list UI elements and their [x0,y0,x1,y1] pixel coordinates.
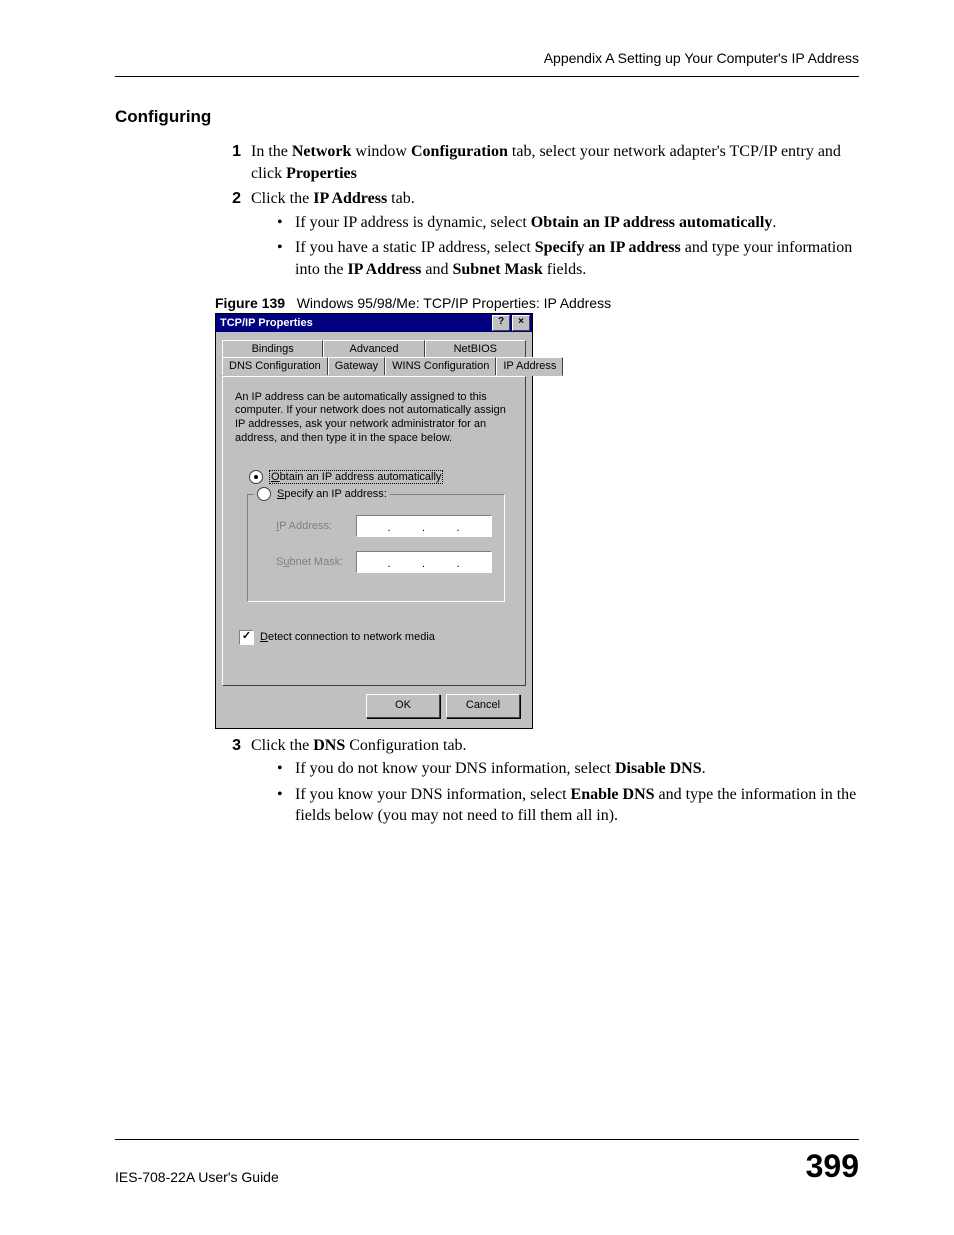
tcpip-dialog: TCP/IP Properties ? × Bindings Advanced … [215,313,533,729]
tab-wins-configuration[interactable]: WINS Configuration [385,357,496,375]
bullet-enable-dns: If you know your DNS information, select… [277,784,859,827]
step-2: 2 Click the IP Address tab. If your IP a… [215,188,859,284]
help-button[interactable]: ? [492,315,510,331]
step-text: Click the IP Address tab. If your IP add… [251,188,859,284]
step-number: 2 [215,188,251,284]
tab-gateway[interactable]: Gateway [328,357,385,375]
tab-strip: Bindings Advanced NetBIOS DNS Configurat… [222,340,526,376]
bullet-specify: If you have a static IP address, select … [277,237,859,280]
specify-group: Specify an IP address: IP Address: ... S… [247,494,505,602]
step-number: 3 [215,735,251,831]
ok-button[interactable]: OK [366,694,440,718]
subnet-mask-label: Subnet Mask: [276,556,356,568]
radio-specify[interactable] [257,487,271,501]
ip-address-row: IP Address: ... [276,515,496,537]
dialog-title: TCP/IP Properties [220,317,490,329]
tab-panel: An IP address can be automatically assig… [222,376,526,686]
radio-specify-row[interactable]: Specify an IP address: [254,487,390,501]
ip-address-label: IP Address: [276,520,356,532]
radio-specify-label: Specify an IP address: [277,488,387,500]
detect-row[interactable]: ✓ Detect connection to network media [239,630,513,645]
step-1: 1 In the Network window Configuration ta… [215,141,859,184]
detect-label: Detect connection to network media [260,631,435,643]
radio-obtain-label: Obtain an IP address automatically [269,470,443,484]
running-head: Appendix A Setting up Your Computer's IP… [115,50,859,77]
detect-checkbox[interactable]: ✓ [239,630,254,645]
cancel-button[interactable]: Cancel [446,694,520,718]
close-button[interactable]: × [512,315,530,331]
step-text: Click the DNS Configuration tab. If you … [251,735,859,831]
subnet-mask-row: Subnet Mask: ... [276,551,496,573]
dialog-titlebar[interactable]: TCP/IP Properties ? × [216,314,532,332]
tab-bindings[interactable]: Bindings [222,340,323,358]
tab-advanced[interactable]: Advanced [323,340,424,358]
page-number: 399 [806,1148,859,1185]
info-text: An IP address can be automatically assig… [235,391,513,446]
page-footer: IES-708-22A User's Guide 399 [115,1139,859,1185]
tab-ip-address[interactable]: IP Address [496,357,563,376]
footer-guide: IES-708-22A User's Guide [115,1169,279,1185]
bullet-disable-dns: If you do not know your DNS information,… [277,758,859,780]
step-number: 1 [215,141,251,184]
tab-dns-configuration[interactable]: DNS Configuration [222,357,328,375]
step-text: In the Network window Configuration tab,… [251,141,859,184]
bullet-obtain: If your IP address is dynamic, select Ob… [277,212,859,234]
radio-obtain-row[interactable]: Obtain an IP address automatically [249,470,513,484]
section-title: Configuring [115,107,859,127]
radio-obtain[interactable] [249,470,263,484]
step-3: 3 Click the DNS Configuration tab. If yo… [215,735,859,831]
subnet-mask-input[interactable]: ... [356,551,492,573]
ip-address-input[interactable]: ... [356,515,492,537]
figure-caption: Figure 139 Windows 95/98/Me: TCP/IP Prop… [215,295,859,311]
tab-netbios[interactable]: NetBIOS [425,340,526,358]
